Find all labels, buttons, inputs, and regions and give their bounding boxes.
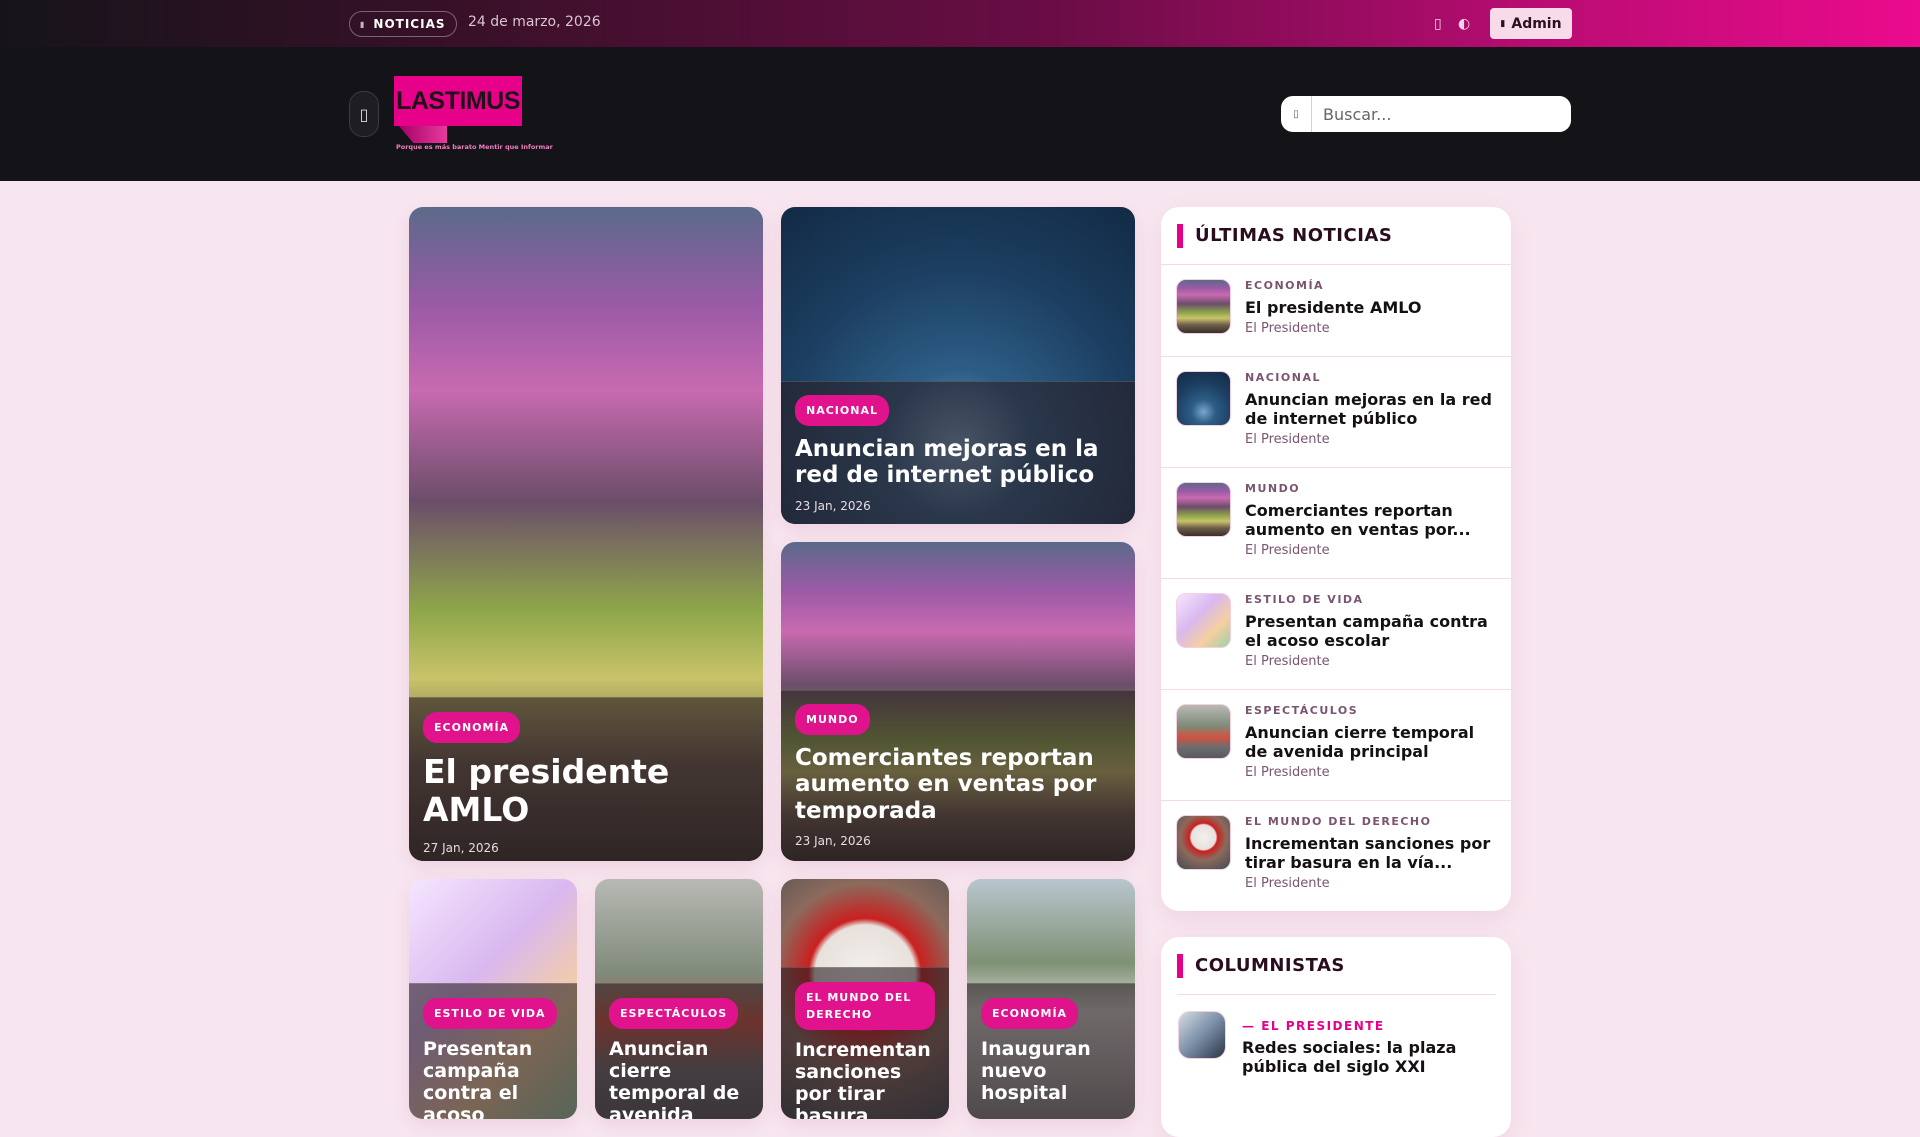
columnists-widget: COLUMNISTAS — EL PRESIDENTE Redes social…	[1161, 937, 1511, 1137]
featured-card-main[interactable]: ECONOMÍA El presidente AMLO 27 Jan, 2026	[409, 207, 763, 861]
widget-heading: ÚLTIMAS NOTICIAS	[1161, 207, 1511, 264]
article-date: 23 Jan, 2026	[795, 834, 871, 849]
category-badge[interactable]: ECONOMÍA	[423, 712, 521, 743]
article-title[interactable]: El presidente AMLO	[423, 753, 749, 829]
bell-icon[interactable]: ▯	[1434, 16, 1442, 32]
item-author: El Presidente	[1245, 432, 1330, 447]
article-thumbnail	[1176, 815, 1231, 870]
search-input[interactable]	[1312, 96, 1571, 132]
list-item[interactable]: MUNDO Comerciantes reportan aumento en ve…	[1161, 467, 1511, 578]
article-date: 23 Jan, 2026	[795, 498, 871, 513]
item-title[interactable]: Incrementan sanciones por tirar basura e…	[1245, 834, 1497, 872]
item-author: El Presidente	[1245, 765, 1330, 780]
heading-text: ÚLTIMAS NOTICIAS	[1195, 225, 1393, 246]
admin-label: Admin	[1511, 15, 1562, 32]
item-title[interactable]: Anuncian mejoras en la red de internet p…	[1245, 390, 1497, 428]
logo-tagline: Porque es más barato Mentir que Informar	[396, 143, 553, 151]
item-category: ECONOMÍA	[1245, 279, 1325, 292]
newspaper-icon: ▮	[360, 19, 366, 29]
accent-bar	[1177, 953, 1183, 978]
list-item[interactable]: ESPECTÁCULOS Anuncian cierre temporal de …	[1161, 689, 1511, 800]
logo-text: LASTIMUS	[394, 76, 522, 126]
featured-card[interactable]: NACIONAL Anuncian mejoras en la red de i…	[781, 207, 1135, 524]
search-icon[interactable]: ▯	[1281, 96, 1312, 132]
grid-card[interactable]: ECONOMÍA Inauguran nuevo hospital	[967, 879, 1135, 1119]
heading-text: COLUMNISTAS	[1195, 955, 1345, 976]
article-thumbnail	[1176, 593, 1231, 648]
item-title[interactable]: El presidente AMLO	[1245, 298, 1421, 317]
hamburger-icon: ▯	[359, 104, 369, 124]
category-badge[interactable]: NACIONAL	[795, 395, 889, 426]
grid-card[interactable]: ESTILO DE VIDA Presentan campaña contra e…	[409, 879, 577, 1119]
category-badge[interactable]: EL MUNDO DEL DERECHO	[795, 982, 935, 1030]
item-title[interactable]: Comerciantes reportan aumento en ventas …	[1245, 501, 1497, 539]
item-author: El Presidente	[1245, 654, 1330, 669]
item-category: ESPECTÁCULOS	[1245, 704, 1359, 717]
logo-ribbon	[399, 126, 447, 143]
section-pill[interactable]: ▮ NOTICIAS	[349, 11, 457, 37]
article-thumbnail	[1176, 371, 1231, 426]
grid-card[interactable]: ESPECTÁCULOS Anuncian cierre temporal de …	[595, 879, 763, 1119]
item-category: MUNDO	[1245, 482, 1301, 495]
grid-card[interactable]: EL MUNDO DEL DERECHO Incrementan sancione…	[781, 879, 949, 1119]
columnist-author[interactable]: — EL PRESIDENTE	[1242, 1019, 1494, 1033]
site-logo[interactable]: LASTIMUS Porque es más barato Mentir que…	[394, 76, 553, 154]
item-author: El Presidente	[1245, 876, 1330, 891]
admin-button[interactable]: ▮ Admin	[1490, 8, 1572, 39]
column-title[interactable]: Redes sociales: la plaza pública del sig…	[1242, 1038, 1494, 1076]
article-title[interactable]: Inauguran nuevo hospital	[981, 1038, 1121, 1105]
category-badge[interactable]: ECONOMÍA	[981, 998, 1079, 1029]
item-category: EL MUNDO DEL DERECHO	[1245, 815, 1432, 828]
article-title[interactable]: Anuncian cierre temporal de avenida prin…	[609, 1038, 749, 1119]
columnist-avatar	[1178, 1011, 1226, 1059]
list-item[interactable]: NACIONAL Anuncian mejoras en la red de in…	[1161, 356, 1511, 467]
menu-button[interactable]: ▯	[349, 91, 379, 137]
top-bar: ▮ NOTICIAS 24 de marzo, 2026 ▯ ◐ ▮ Admin	[0, 0, 1920, 47]
site-header: ▯ LASTIMUS Porque es más barato Mentir q…	[0, 47, 1920, 181]
category-badge[interactable]: ESTILO DE VIDA	[423, 998, 557, 1029]
columnist-item[interactable]: — EL PRESIDENTE Redes sociales: la plaza…	[1161, 995, 1511, 1092]
list-item[interactable]: EL MUNDO DEL DERECHO Incrementan sancione…	[1161, 800, 1511, 911]
section-label: NOTICIAS	[373, 17, 446, 31]
item-title[interactable]: Anuncian cierre temporal de avenida prin…	[1245, 723, 1497, 761]
article-thumbnail	[1176, 482, 1231, 537]
current-date: 24 de marzo, 2026	[468, 14, 601, 30]
item-author: El Presidente	[1245, 321, 1330, 336]
widget-heading: COLUMNISTAS	[1177, 937, 1496, 995]
accent-bar	[1177, 223, 1183, 248]
item-title[interactable]: Presentan campaña contra el acoso escola…	[1245, 612, 1497, 650]
category-badge[interactable]: ESPECTÁCULOS	[609, 998, 739, 1029]
item-category: NACIONAL	[1245, 371, 1321, 384]
category-badge[interactable]: MUNDO	[795, 704, 870, 735]
item-author: El Presidente	[1245, 543, 1330, 558]
article-thumbnail	[1176, 704, 1231, 759]
article-date: 27 Jan, 2026	[423, 840, 499, 855]
latest-news-widget: ÚLTIMAS NOTICIAS ECONOMÍA El presidente A…	[1161, 207, 1511, 911]
article-thumbnail	[1176, 279, 1231, 334]
item-category: ESTILO DE VIDA	[1245, 593, 1364, 606]
theme-toggle-icon[interactable]: ◐	[1458, 16, 1470, 32]
article-title[interactable]: Comerciantes reportan aumento en ventas …	[795, 745, 1121, 824]
list-item[interactable]: ECONOMÍA El presidente AMLO El Presidente	[1161, 264, 1511, 356]
article-title[interactable]: Presentan campaña contra el acoso escola…	[423, 1038, 563, 1119]
article-title[interactable]: Anuncian mejoras en la red de internet p…	[795, 436, 1121, 489]
search-box: ▯	[1281, 96, 1571, 132]
author-name: EL PRESIDENTE	[1261, 1019, 1385, 1033]
featured-card[interactable]: MUNDO Comerciantes reportan aumento en v…	[781, 542, 1135, 861]
user-icon: ▮	[1500, 18, 1506, 29]
list-item[interactable]: ESTILO DE VIDA Presentan campaña contra e…	[1161, 578, 1511, 689]
